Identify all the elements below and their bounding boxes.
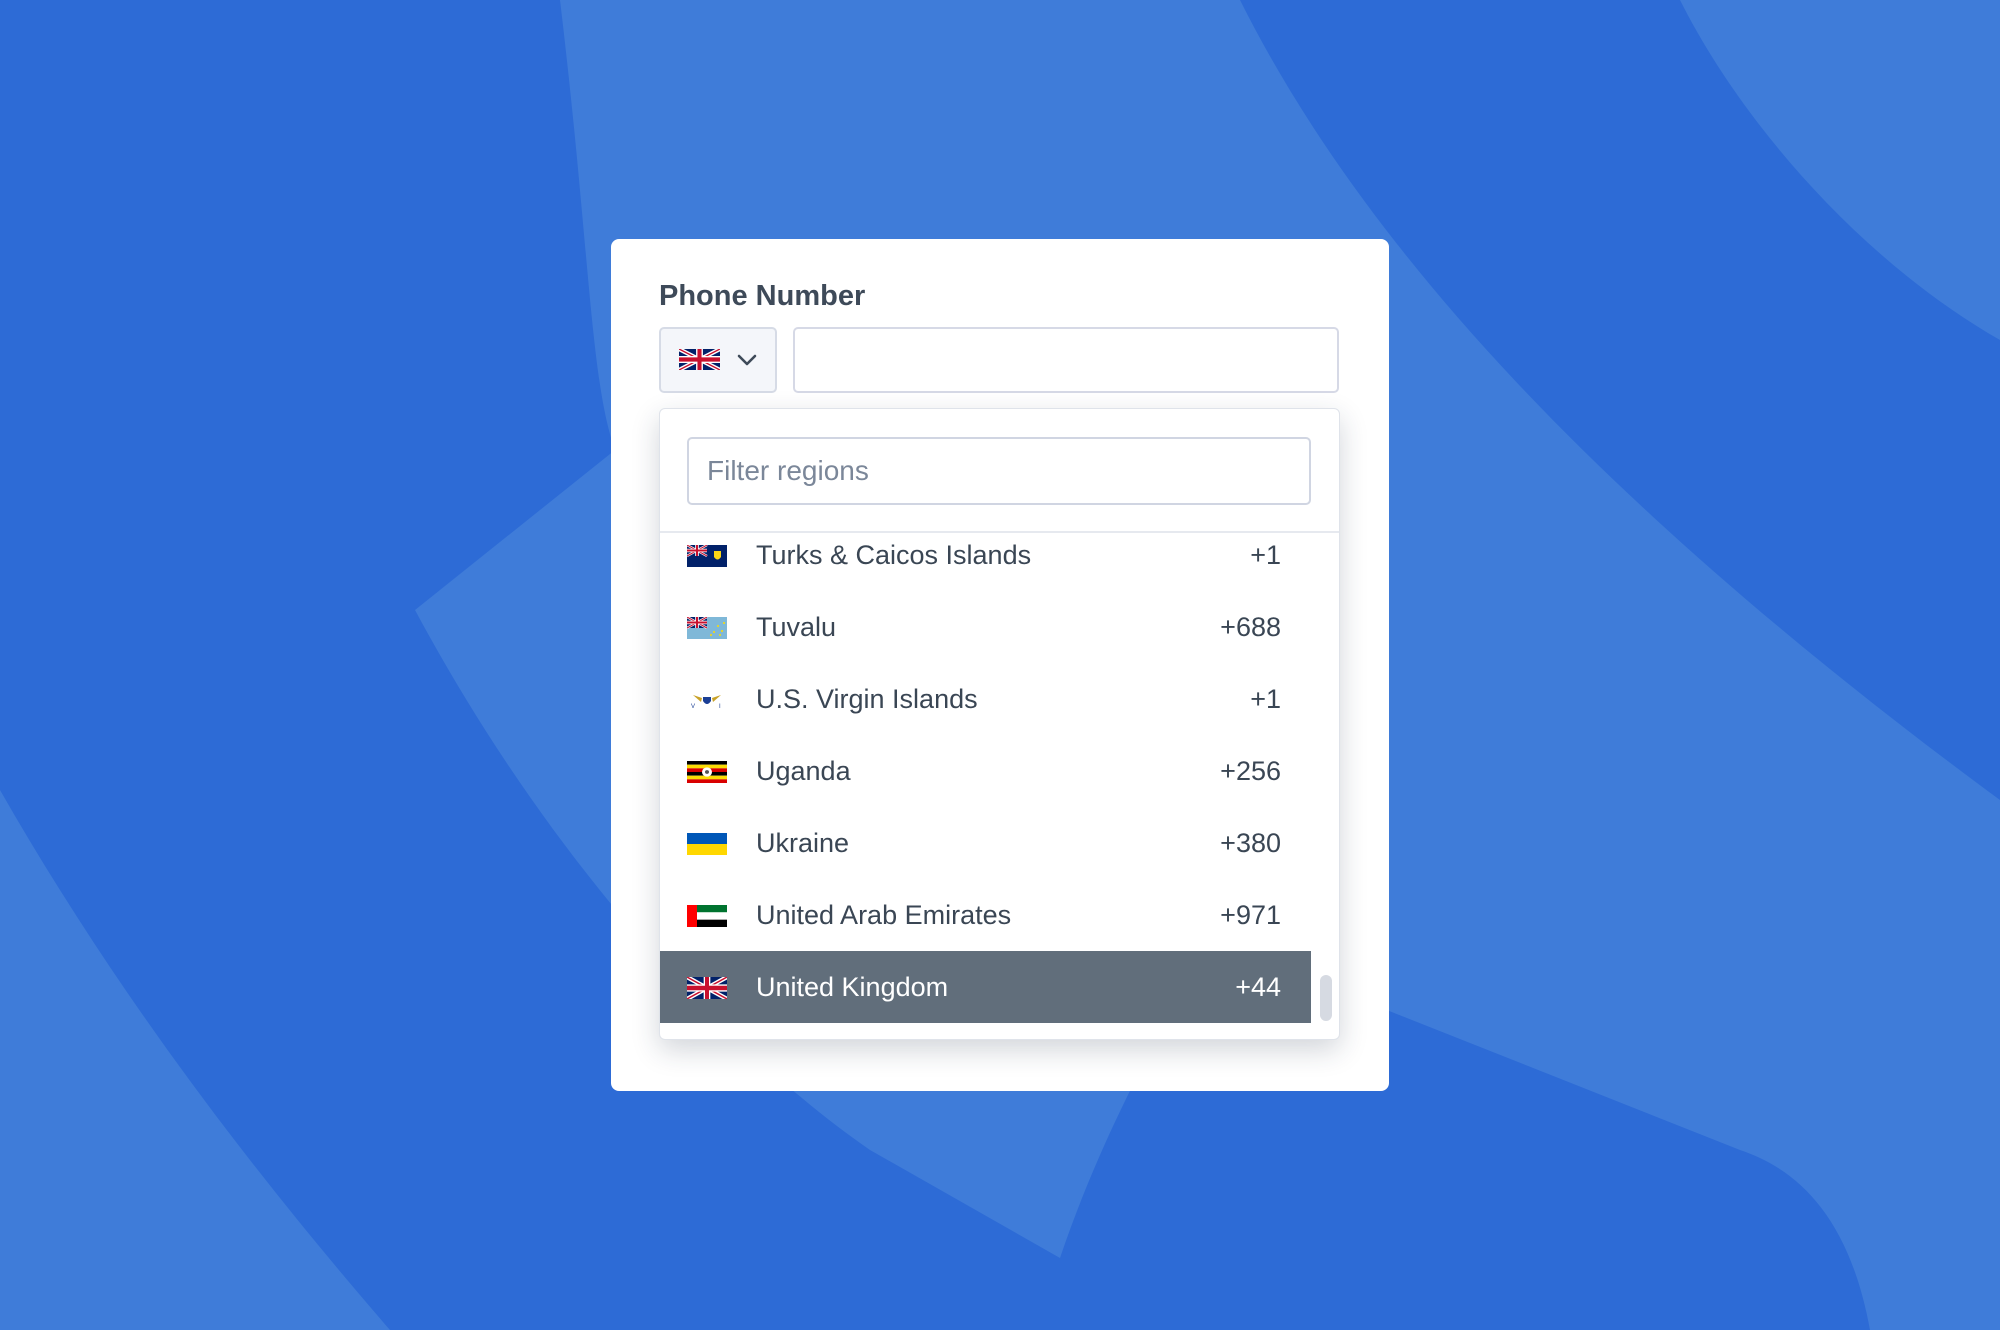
region-name: Turks & Caicos Islands bbox=[756, 540, 1032, 570]
region-name: Ukraine bbox=[756, 828, 850, 858]
region-name: Uganda bbox=[756, 756, 851, 786]
region-name: U.S. Virgin Islands bbox=[756, 684, 978, 714]
gb-flag-icon bbox=[679, 349, 720, 370]
dial-code: +380 bbox=[1220, 828, 1281, 858]
dropdown-scrollbar[interactable] bbox=[1320, 975, 1332, 1021]
list-item[interactable]: Ukraine +380 bbox=[660, 807, 1311, 879]
phone-number-input[interactable] bbox=[793, 327, 1339, 393]
dial-code: +688 bbox=[1220, 612, 1281, 642]
ug-flag-icon bbox=[687, 761, 727, 783]
tc-flag-icon bbox=[687, 545, 727, 567]
phone-number-card: Phone Number Filter regions Turks & Caic… bbox=[611, 239, 1389, 1091]
region-name: United Arab Emirates bbox=[756, 900, 1012, 930]
list-item[interactable]: Tuvalu +688 bbox=[660, 591, 1311, 663]
dial-code: +1 bbox=[1250, 540, 1281, 570]
region-dropdown: Turks & Caicos Islands +1 bbox=[659, 408, 1340, 1040]
list-item[interactable]: V I U.S. Virgin Islands +1 bbox=[660, 663, 1311, 735]
dial-code: +1 bbox=[1250, 684, 1281, 714]
ua-flag-icon bbox=[687, 833, 727, 855]
list-item[interactable]: Turks & Caicos Islands +1 bbox=[660, 533, 1311, 591]
filter-regions-input[interactable] bbox=[687, 437, 1311, 505]
tv-flag-icon bbox=[687, 617, 727, 639]
dial-code: +44 bbox=[1235, 972, 1281, 1002]
list-item[interactable]: Uganda +256 bbox=[660, 735, 1311, 807]
ae-flag-icon bbox=[687, 905, 727, 927]
gb-flag-icon bbox=[687, 977, 727, 999]
vi-flag-icon: V I bbox=[687, 689, 727, 711]
region-name: Tuvalu bbox=[756, 612, 837, 642]
svg-text:V: V bbox=[691, 704, 695, 710]
phone-number-label: Phone Number bbox=[659, 280, 866, 312]
dial-code: +971 bbox=[1220, 900, 1281, 930]
chevron-down-icon bbox=[737, 354, 757, 366]
dial-code: +256 bbox=[1220, 756, 1281, 786]
list-item-selected[interactable]: United Kingdom +44 bbox=[660, 951, 1311, 1023]
region-name: United Kingdom bbox=[756, 972, 949, 1002]
filter-section bbox=[660, 409, 1339, 533]
country-select-button[interactable] bbox=[659, 327, 777, 393]
region-list: Turks & Caicos Islands +1 Tuvalu +688 V … bbox=[660, 533, 1339, 1039]
list-item[interactable]: United Arab Emirates +971 bbox=[660, 879, 1311, 951]
